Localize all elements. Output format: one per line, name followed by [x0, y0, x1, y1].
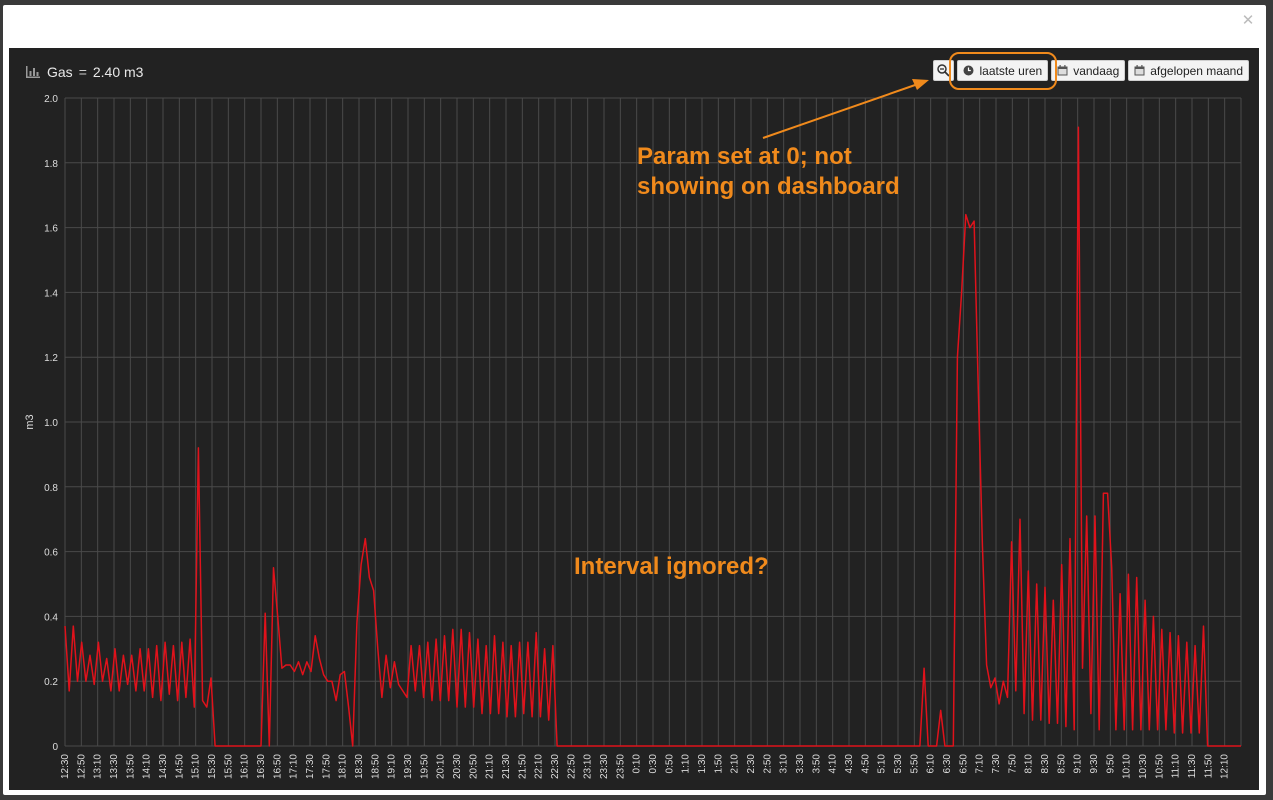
x-tick-label: 6:30	[942, 754, 953, 774]
x-tick-label: 7:10	[975, 754, 986, 774]
x-tick-label: 20:30	[452, 754, 463, 779]
x-tick-label: 5:30	[893, 754, 904, 774]
x-tick-label: 7:50	[1007, 754, 1018, 774]
x-tick-label: 3:30	[795, 754, 806, 774]
gas-line-chart: 00.20.40.60.81.01.21.41.61.82.0 12:30 12:…	[24, 52, 1242, 779]
y-axis-label: m3	[24, 414, 36, 429]
x-tick-label: 4:10	[828, 754, 839, 774]
x-tick-label: 4:30	[844, 754, 855, 774]
x-tick-label: 6:50	[958, 754, 969, 774]
x-tick-label: 16:50	[272, 754, 283, 779]
x-tick-label: 1:50	[713, 754, 724, 774]
y-axis: 0 0.2 0.4 0.6 0.8 1.0 1.2 1.4 1.6 1.8 2.0	[44, 94, 58, 753]
x-tick-label: 15:30	[207, 754, 218, 779]
x-tick-label: 12:30	[60, 754, 71, 779]
x-tick-label: 12:10	[1220, 754, 1231, 779]
x-tick-label: 11:30	[1187, 754, 1198, 779]
x-tick-label: 16:30	[256, 754, 267, 779]
annotation-arrow-head	[912, 79, 929, 90]
x-tick-label: 2:50	[762, 754, 773, 774]
x-tick-label: 2:30	[746, 754, 757, 774]
x-tick-label: 18:10	[338, 754, 349, 779]
y-tick-label: 1.6	[44, 224, 58, 235]
y-tick-label: 2.0	[44, 94, 58, 105]
x-tick-label: 16:10	[240, 754, 251, 779]
x-tick-label: 18:30	[354, 754, 365, 779]
y-tick-label: 1.0	[44, 418, 58, 429]
annotation-arrow-line	[762, 83, 919, 139]
x-tick-label: 11:50	[1203, 754, 1214, 779]
x-tick-label: 18:50	[370, 754, 381, 779]
x-tick-label: 0:50	[664, 754, 675, 774]
x-tick-label: 3:10	[779, 754, 790, 774]
x-tick-label: 8:50	[1056, 754, 1067, 774]
x-tick-label: 0:10	[632, 754, 643, 774]
x-tick-label: 14:30	[158, 754, 169, 779]
x-tick-label: 15:50	[223, 754, 234, 779]
y-tick-label: 0	[52, 742, 58, 753]
x-tick-label: 23:10	[583, 754, 594, 779]
x-tick-label: 20:10	[436, 754, 447, 779]
y-tick-label: 1.2	[44, 353, 58, 364]
x-tick-label: 9:30	[1089, 754, 1100, 774]
x-tick-label: 14:50	[174, 754, 185, 779]
x-tick-label: 6:10	[926, 754, 937, 774]
x-tick-label: 13:10	[93, 754, 104, 779]
x-tick-label: 23:30	[599, 754, 610, 779]
x-tick-label: 3:50	[811, 754, 822, 774]
annotation-param: Param set at 0; not showing on dashboard	[637, 142, 900, 202]
x-tick-label: 0:30	[648, 754, 659, 774]
x-tick-label: 23:50	[615, 754, 626, 779]
x-tick-label: 8:30	[1040, 754, 1051, 774]
x-tick-label: 13:30	[109, 754, 120, 779]
x-tick-label: 14:10	[142, 754, 153, 779]
x-tick-label: 22:50	[566, 754, 577, 779]
highlight-box	[949, 52, 1057, 90]
x-tick-label: 9:50	[1105, 754, 1116, 774]
x-tick-label: 20:50	[468, 754, 479, 779]
x-tick-label: 1:30	[697, 754, 708, 774]
x-tick-label: 12:50	[76, 754, 87, 779]
x-tick-label: 17:10	[289, 754, 300, 779]
annotation-interval: Interval ignored?	[574, 553, 769, 580]
x-tick-label: 1:10	[681, 754, 692, 774]
x-tick-label: 19:10	[387, 754, 398, 779]
annotation-param-line1: Param set at 0; not	[637, 143, 852, 170]
x-tick-label: 5:50	[909, 754, 920, 774]
x-tick-label: 8:10	[1024, 754, 1035, 774]
x-tick-label: 15:10	[191, 754, 202, 779]
x-tick-label: 11:10	[1171, 754, 1182, 779]
x-tick-label: 4:50	[860, 754, 871, 774]
x-tick-label: 22:10	[534, 754, 545, 779]
y-tick-label: 1.4	[44, 288, 58, 299]
x-tick-label: 22:30	[550, 754, 561, 779]
x-axis: 12:30 12:50 13:10 13:30 13:50 14:10 14:30 14:50…	[60, 754, 1231, 779]
x-tick-label: 17:50	[321, 754, 332, 779]
y-tick-label: 0.6	[44, 548, 58, 559]
annotation-param-line2: showing on dashboard	[637, 173, 900, 200]
x-tick-label: 13:50	[125, 754, 136, 779]
x-tick-label: 10:30	[1138, 754, 1149, 779]
x-tick-label: 10:10	[1122, 754, 1133, 779]
x-tick-label: 7:30	[991, 754, 1002, 774]
x-tick-label: 17:30	[305, 754, 316, 779]
x-tick-label: 21:10	[485, 754, 496, 779]
y-tick-label: 0.2	[44, 677, 58, 688]
y-tick-label: 0.4	[44, 612, 58, 623]
x-tick-label: 5:10	[877, 754, 888, 774]
y-tick-label: 1.8	[44, 159, 58, 170]
x-tick-label: 9:10	[1073, 754, 1084, 774]
x-tick-label: 19:50	[419, 754, 430, 779]
x-tick-label: 19:30	[403, 754, 414, 779]
y-tick-label: 0.8	[44, 483, 58, 494]
x-tick-label: 10:50	[1154, 754, 1165, 779]
x-tick-label: 2:10	[730, 754, 741, 774]
x-tick-label: 21:30	[501, 754, 512, 779]
x-tick-label: 21:50	[517, 754, 528, 779]
